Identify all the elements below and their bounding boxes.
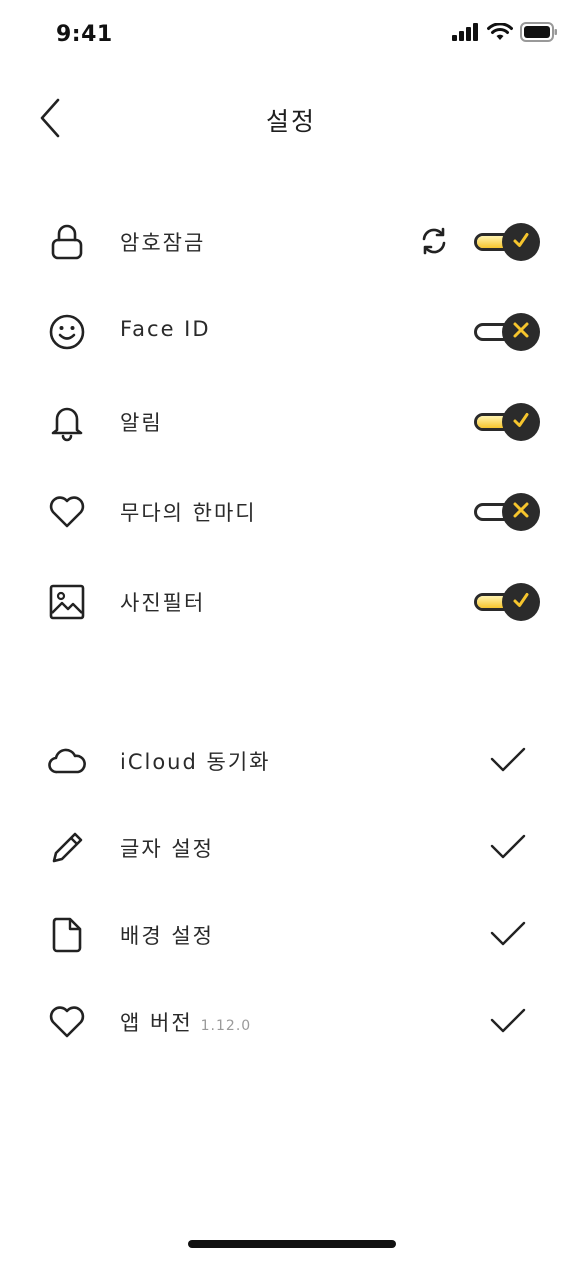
app-version-label: 앱 버전 <box>120 1011 193 1035</box>
passcode-lock-toggle[interactable] <box>474 222 540 262</box>
app-version-number: 1.12.0 <box>200 1018 252 1034</box>
x-icon <box>511 320 531 344</box>
setting-label: 알림 <box>120 411 163 435</box>
heart-icon <box>46 1001 88 1043</box>
setting-row-photo-filter: 사진필터 <box>0 569 582 633</box>
setting-label: 앱 버전 1.12.0 <box>120 1007 251 1037</box>
setting-row-font-settings[interactable]: 글자 설정 <box>0 815 582 879</box>
setting-row-app-version[interactable]: 앱 버전 1.12.0 <box>0 989 582 1053</box>
toggle-knob <box>502 223 540 261</box>
setting-label: 배경 설정 <box>120 924 214 948</box>
face-id-toggle[interactable] <box>474 312 540 352</box>
file-icon <box>46 914 88 956</box>
toggle-knob <box>502 493 540 531</box>
setting-label: 암호잠금 <box>120 231 206 255</box>
setting-label: 사진필터 <box>120 591 206 615</box>
setting-label: iCloud 동기화 <box>120 750 271 774</box>
toggle-knob <box>502 403 540 441</box>
setting-row-background-settings[interactable]: 배경 설정 <box>0 902 582 966</box>
heart-icon <box>46 491 88 533</box>
home-indicator <box>188 1240 396 1248</box>
photo-filter-toggle[interactable] <box>474 582 540 622</box>
checkmark-icon <box>488 740 528 780</box>
image-icon <box>46 581 88 623</box>
lock-icon <box>46 221 88 263</box>
page-title: 설정 <box>265 107 316 136</box>
setting-label: 무다의 한마디 <box>120 501 257 525</box>
header: 설정 <box>0 88 582 152</box>
status-icons <box>452 22 558 46</box>
status-time: 9:41 <box>56 22 113 47</box>
cloud-icon <box>46 740 88 782</box>
sync-icon[interactable] <box>416 223 452 259</box>
toggle-knob <box>502 313 540 351</box>
setting-row-passcode-lock: 암호잠금 <box>0 209 582 273</box>
setting-row-daily-message: 무다의 한마디 <box>0 479 582 543</box>
checkmark-icon <box>488 914 528 954</box>
checkmark-icon <box>488 827 528 867</box>
setting-row-icloud-sync[interactable]: iCloud 동기화 <box>0 728 582 792</box>
daily-message-toggle[interactable] <box>474 492 540 532</box>
toggle-knob <box>502 583 540 621</box>
setting-row-notifications: 알림 <box>0 389 582 453</box>
checkmark-icon <box>511 230 531 254</box>
cellular-signal-icon <box>452 23 480 45</box>
status-bar: 9:41 <box>0 0 582 70</box>
setting-row-face-id: Face ID <box>0 299 582 363</box>
setting-label: Face ID <box>120 317 211 341</box>
battery-icon <box>520 22 558 46</box>
checkmark-icon <box>511 590 531 614</box>
smile-icon <box>46 311 88 353</box>
x-icon <box>511 500 531 524</box>
pencil-icon <box>46 827 88 869</box>
bell-icon <box>46 401 88 443</box>
checkmark-icon <box>511 410 531 434</box>
notifications-toggle[interactable] <box>474 402 540 442</box>
wifi-icon <box>487 22 513 45</box>
setting-label: 글자 설정 <box>120 837 214 861</box>
checkmark-icon <box>488 1001 528 1041</box>
